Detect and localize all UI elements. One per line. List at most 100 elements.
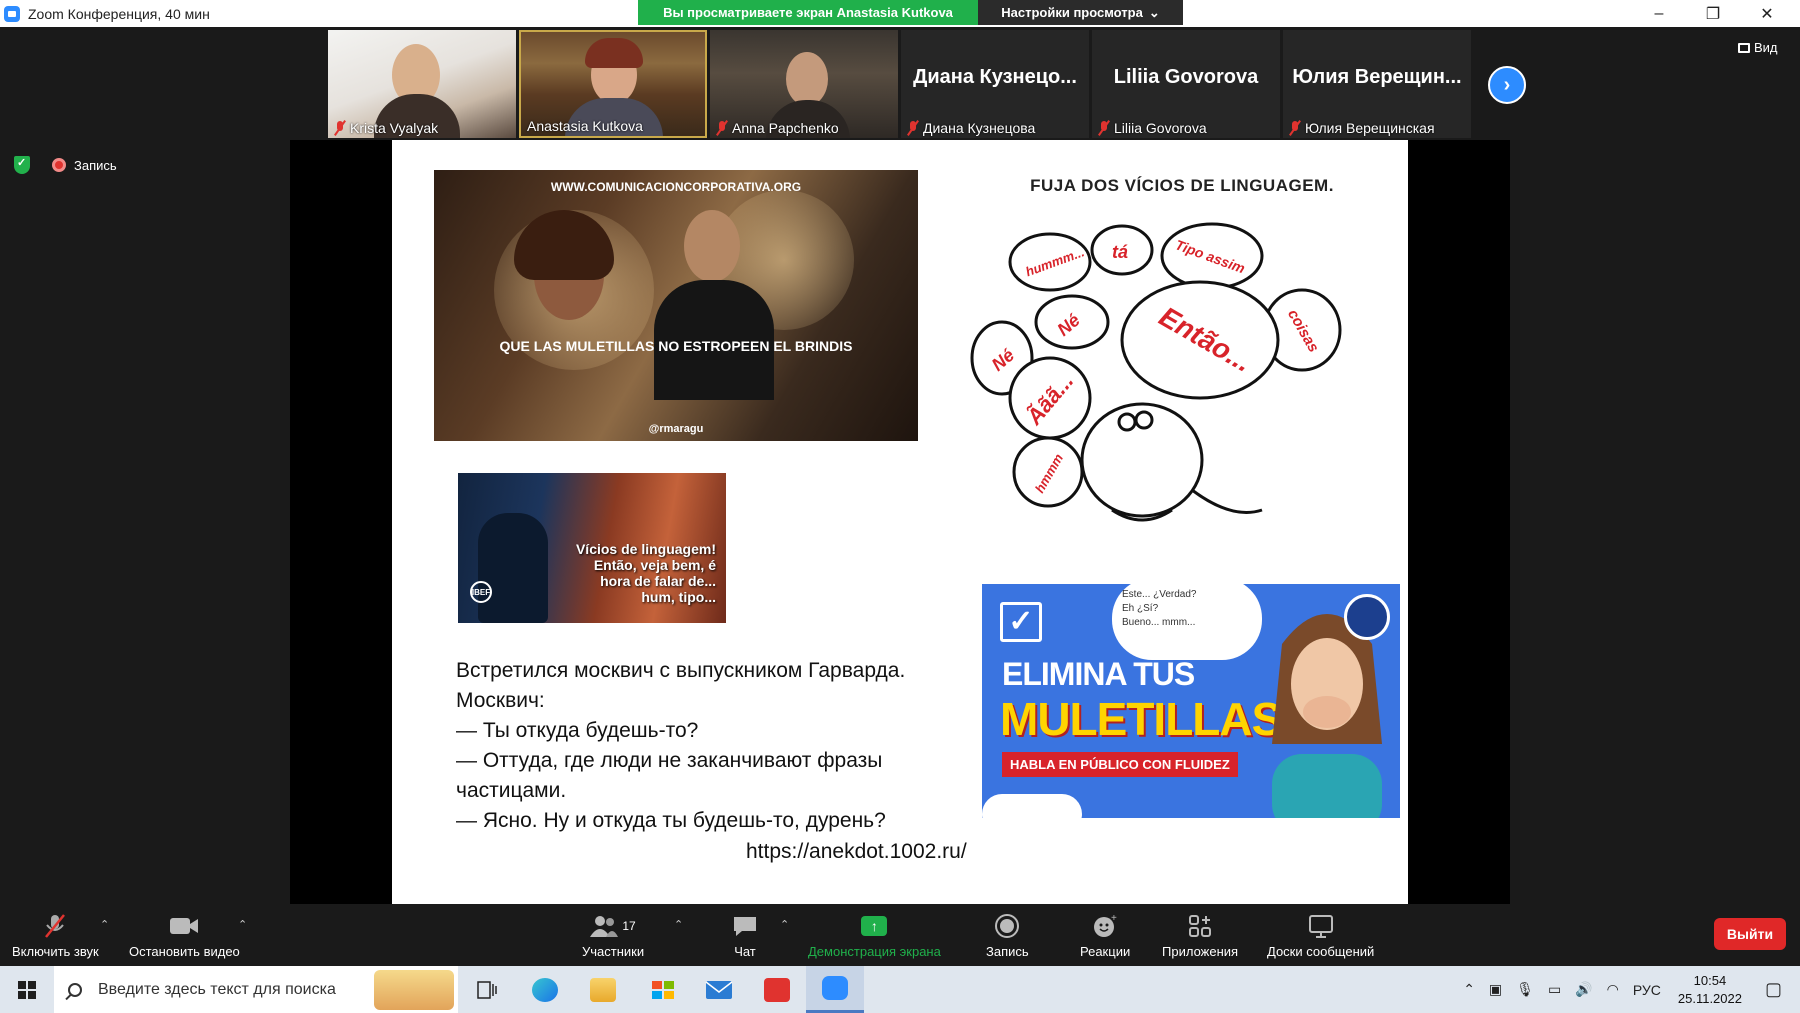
unmute-button[interactable]: Включить звук (12, 912, 99, 959)
taskbar-edge[interactable] (516, 966, 574, 1013)
minimize-button[interactable]: – (1632, 0, 1686, 27)
participant-tile[interactable]: Диана Кузнецо... Диана Кузнецова (901, 30, 1089, 138)
participant-display-name: Диана Кузнецо... (913, 66, 1077, 88)
presentation-slide: WWW.COMUNICACIONCORPORATIVA.ORG QUE LAS … (392, 140, 1408, 904)
edge-icon (532, 977, 558, 1002)
speaker-image: IBEF Vícios de linguagem! Então, veja be… (458, 473, 726, 623)
participant-display-name: Liliia Govorova (1113, 66, 1259, 88)
taskbar-file-explorer[interactable] (574, 966, 632, 1013)
participants-button[interactable]: 17 Участники (582, 912, 644, 959)
search-icon (68, 982, 82, 997)
close-button[interactable]: ✕ (1740, 0, 1794, 27)
brand-badge-icon (1344, 594, 1390, 640)
banner-line-1: ELIMINA TUS (1002, 656, 1195, 692)
screen-share-banner: Вы просматриваете экран Anastasia Kutkov… (638, 0, 978, 25)
chevron-right-icon: › (1503, 73, 1511, 96)
banner-line-3: HABLA EN PÚBLICO CON FLUIDEZ (1002, 752, 1238, 777)
participant-name: Anna Papchenko (716, 120, 839, 136)
notifications-icon[interactable]: ▢ (1765, 979, 1782, 1000)
whiteboards-button[interactable]: Доски сообщений (1267, 912, 1374, 959)
share-banner-text: Вы просматриваете экран Anastasia Kutkov… (663, 5, 953, 20)
volume-icon[interactable]: 🔊 (1575, 981, 1592, 998)
chat-button[interactable]: Чат (732, 912, 758, 959)
participant-name: Юлия Верещинская (1289, 120, 1435, 136)
share-screen-button[interactable]: ↑ Демонстрация экрана (808, 912, 941, 959)
mic-muted-icon (43, 912, 67, 940)
hands (1303, 696, 1351, 728)
joke-line: — Ясно. Ну и откуда ты будешь-то, дурень… (456, 809, 886, 832)
chat-bubble-icon (732, 912, 758, 940)
meet-now-icon[interactable]: ▣ (1489, 981, 1502, 998)
participant-name: Диана Кузнецова (907, 120, 1035, 136)
participant-tile-active-speaker[interactable]: Anastasia Kutkova (519, 30, 707, 138)
svg-text:+: + (1111, 913, 1117, 924)
joke-line: Москвич: (456, 689, 545, 712)
task-view-icon (477, 980, 497, 999)
dinner-image: WWW.COMUNICACIONCORPORATIVA.ORG QUE LAS … (434, 170, 918, 441)
taskbar-store[interactable] (632, 966, 690, 1013)
clock-date: 25.11.2022 (1677, 990, 1742, 1006)
share-screen-icon: ↑ (861, 916, 888, 936)
start-button[interactable] (0, 966, 54, 1013)
folder-icon (590, 977, 616, 1002)
participant-name: Anastasia Kutkova (527, 118, 643, 134)
wifi-icon[interactable]: ◠ (1607, 981, 1619, 998)
store-icon (652, 980, 674, 999)
participant-tile[interactable]: Liliia Govorova Liliia Govorova (1092, 30, 1280, 138)
reactions-button[interactable]: + Реакции (1080, 912, 1130, 959)
dinner-image-credit: @rmaragu (648, 423, 704, 435)
cloud-decoration (982, 794, 1082, 818)
character-leg (1191, 488, 1263, 514)
chat-options-caret-icon[interactable]: ⌃ (780, 918, 789, 931)
muletillas-banner: Este... ¿Verdad? Eh ¿Sí? Bueno... mmm...… (982, 584, 1400, 818)
mic-muted-icon (907, 121, 919, 135)
taskbar-mail[interactable] (690, 966, 748, 1013)
search-highlight-image (374, 970, 454, 1010)
stop-video-button[interactable]: Остановить видео (129, 912, 240, 959)
joke-line: — Ты откуда будешь-то? (456, 719, 699, 742)
mic-muted-icon (334, 121, 346, 135)
participant-tile[interactable]: Krista Vyalyak (328, 30, 516, 138)
next-page-button[interactable]: › (1488, 66, 1526, 104)
participant-strip: Krista Vyalyak Anastasia Kutkova Anna Pa… (328, 30, 1471, 138)
language-indicator[interactable]: РУС (1633, 982, 1661, 998)
character-eye (1134, 410, 1154, 430)
title-bar: Zoom Конференция, 40 мин Вы просматривае… (0, 0, 1800, 27)
ibef-logo: IBEF (470, 581, 492, 603)
shirt (1272, 754, 1382, 818)
recording-label: Запись (74, 157, 117, 173)
microphone-icon[interactable]: 🎙 (1516, 981, 1534, 998)
participant-tile[interactable]: Anna Papchenko (710, 30, 898, 138)
task-view-button[interactable] (458, 966, 516, 1013)
participants-icon: 17 (590, 912, 636, 940)
video-options-caret-icon[interactable]: ⌃ (238, 918, 247, 931)
apps-button[interactable]: Приложения (1162, 912, 1238, 959)
view-options-button[interactable]: Настройки просмотра ⌄ (978, 0, 1183, 25)
audio-options-caret-icon[interactable]: ⌃ (100, 918, 109, 931)
taskbar-zoom[interactable] (806, 966, 864, 1013)
restore-button[interactable]: ❐ (1686, 0, 1740, 27)
record-button[interactable]: Запись (986, 912, 1029, 959)
battery-icon[interactable]: ▭ (1548, 981, 1561, 998)
joke-line: частицами. (456, 779, 567, 802)
joke-source-link: https://anekdot.1002.ru/ (746, 840, 967, 863)
record-icon (994, 912, 1020, 940)
show-hidden-icons-icon[interactable]: ⌃ (1463, 981, 1475, 998)
mic-muted-icon (1289, 121, 1301, 135)
taskbar-search-box[interactable]: Введите здесь текст для поиска (54, 966, 458, 1013)
mail-icon (705, 980, 733, 999)
meeting-status: Запись (14, 156, 117, 174)
joke-text: Встретился москвич с выпускником Гарвард… (456, 656, 976, 836)
speaker-figure (478, 513, 548, 623)
character-eye (1117, 412, 1137, 432)
windows-logo-icon (18, 980, 36, 999)
man-figure (684, 210, 740, 282)
participant-tile[interactable]: Юлия Верещин... Юлия Верещинская (1283, 30, 1471, 138)
leave-meeting-button[interactable]: Выйти (1714, 918, 1786, 950)
participants-options-caret-icon[interactable]: ⌃ (674, 918, 683, 931)
clock[interactable]: 10:54 25.11.2022 (1678, 972, 1742, 1008)
view-button[interactable]: Вид (1738, 40, 1778, 55)
taskbar-vivaldi[interactable] (748, 966, 806, 1013)
windows-taskbar: Введите здесь текст для поиска ⌃ ▣ 🎙 ▭ 🔊… (0, 966, 1800, 1013)
encryption-shield-icon[interactable] (14, 156, 30, 174)
